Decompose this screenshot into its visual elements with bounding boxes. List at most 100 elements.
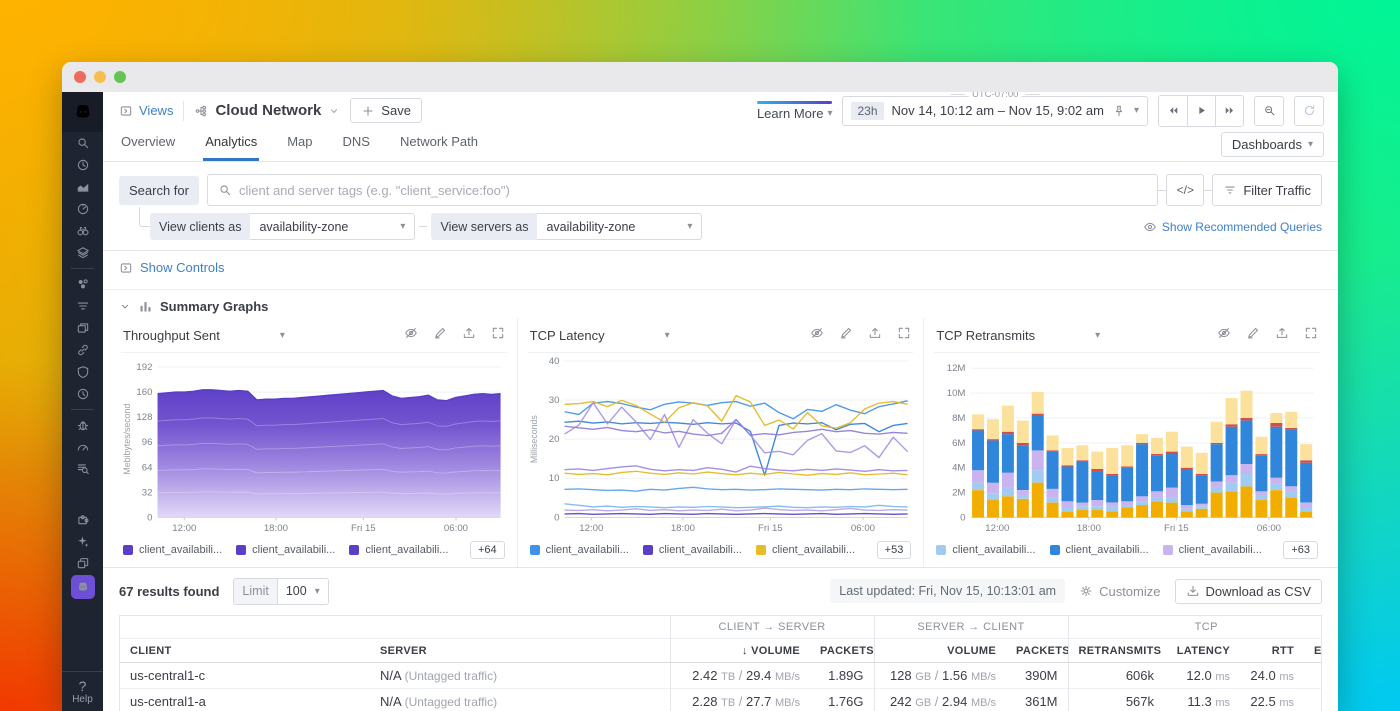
legend-item[interactable]: client_availabili... (1050, 544, 1149, 556)
limit-select[interactable]: 100▾ (278, 579, 328, 604)
expand-chart-icon[interactable] (897, 326, 911, 345)
expand-chart-icon[interactable] (491, 326, 505, 345)
tcp-latency-chart[interactable]: 01020304012:0018:00Fri 1506:00Millisecon… (528, 353, 914, 539)
sidebar-item-network-map[interactable] (62, 273, 103, 295)
sidebar-item-watchdog-gauge[interactable] (62, 198, 103, 220)
close-window-button[interactable] (74, 71, 86, 83)
view-servers-as-select[interactable]: availability-zone▾ (537, 213, 702, 240)
table-row[interactable]: us-central1-a N/A (Untagged traffic) 2.2… (120, 689, 1322, 711)
legend-item[interactable]: client_availabili... (936, 544, 1035, 556)
show-controls-link[interactable]: Show Controls (119, 260, 225, 275)
save-button[interactable]: Save (350, 98, 422, 123)
col-retransmits[interactable]: RETRANSMITS (1068, 639, 1164, 663)
col-rtt[interactable]: RTT (1240, 639, 1304, 663)
legend-more-badge[interactable]: +64 (470, 541, 505, 559)
sidebar-item-metrics[interactable] (62, 176, 103, 198)
query-syntax-button[interactable]: </> (1166, 174, 1204, 206)
throughput-sent-chart[interactable]: 032649612816019212:0018:00Fri 1506:00Meb… (121, 353, 507, 539)
search-input[interactable] (239, 183, 1147, 198)
col-sc-volume[interactable]: VOLUME (874, 639, 1006, 663)
hide-chart-icon[interactable] (810, 326, 824, 345)
legend-more-badge[interactable]: +53 (877, 541, 912, 559)
page-title[interactable]: Cloud Network (194, 102, 340, 119)
export-chart-icon[interactable] (1275, 326, 1289, 345)
sidebar-item-history[interactable] (62, 154, 103, 176)
zoom-out-button[interactable] (1254, 96, 1284, 126)
sidebar-item-synthetics-clock[interactable] (62, 383, 103, 405)
tab-analytics[interactable]: Analytics (203, 134, 259, 161)
tab-overview[interactable]: Overview (119, 134, 177, 161)
sidebar-item-watchdog-binoculars[interactable] (62, 220, 103, 242)
sidebar-item-integrations-puzzle[interactable] (62, 508, 103, 530)
col-server[interactable]: SERVER (370, 639, 670, 663)
edit-chart-icon[interactable] (1246, 326, 1260, 345)
views-button[interactable]: Views (119, 103, 173, 118)
tab-network-path[interactable]: Network Path (398, 134, 480, 161)
cell-server[interactable]: N/A (Untagged traffic) (370, 663, 670, 689)
export-chart-icon[interactable] (868, 326, 882, 345)
sidebar-item-bug[interactable] (62, 414, 103, 436)
tab-map[interactable]: Map (285, 134, 314, 161)
chart-metric-select[interactable]: TCP Latency▾ (530, 328, 670, 343)
col-latency[interactable]: LATENCY (1164, 639, 1240, 663)
chart-metric-select[interactable]: TCP Retransmits▾ (936, 328, 1100, 343)
time-picker[interactable]: UTC-07:00 23h Nov 14, 10:12 am – Nov 15,… (842, 96, 1148, 126)
chart-metric-select[interactable]: Throughput Sent▾ (123, 328, 285, 343)
expand-chart-icon[interactable] (1304, 326, 1318, 345)
legend-item[interactable]: client_availabili... (530, 544, 629, 556)
sidebar-item-log-search[interactable] (62, 458, 103, 480)
customize-button[interactable]: Customize (1079, 584, 1160, 599)
sidebar-item-apm-chain[interactable] (62, 339, 103, 361)
sidebar-item-app-dog[interactable] (62, 574, 103, 600)
sidebar-item-ai-sparkle[interactable] (62, 530, 103, 552)
sidebar-item-search[interactable] (62, 132, 103, 154)
col-cs-packets[interactable]: PACKETS (810, 639, 874, 663)
zoom-window-button[interactable] (114, 71, 126, 83)
legend-item[interactable]: client_availabili... (236, 544, 335, 556)
sidebar-item-workflows-copy[interactable] (62, 552, 103, 574)
view-clients-as-select[interactable]: availability-zone▾ (250, 213, 415, 240)
tcp-retransmits-chart[interactable]: 02M4M6M8M10M12M12:0018:00Fri 1506:00 (934, 353, 1320, 539)
export-chart-icon[interactable] (462, 326, 476, 345)
legend-item[interactable]: client_availabili... (349, 544, 448, 556)
edit-chart-icon[interactable] (839, 326, 853, 345)
hide-chart-icon[interactable] (1217, 326, 1231, 345)
sidebar-item-infrastructure-layers[interactable] (62, 242, 103, 264)
search-box[interactable] (207, 174, 1158, 206)
refresh-button[interactable] (1294, 96, 1324, 126)
pin-icon[interactable] (1112, 104, 1126, 118)
sidebar-item-profiling-meter[interactable] (62, 436, 103, 458)
sidebar-item-traffic-antenna[interactable] (62, 295, 103, 317)
legend-item[interactable]: client_availabili... (643, 544, 742, 556)
summary-graphs-header[interactable]: Summary Graphs (103, 290, 1338, 316)
cell-server[interactable]: N/A (Untagged traffic) (370, 689, 670, 711)
legend-item[interactable]: client_availabili... (123, 544, 222, 556)
cell-client[interactable]: us-central1-c (120, 663, 370, 689)
col-client[interactable]: CLIENT (120, 639, 370, 663)
learn-more-dropdown[interactable]: Learn More▾ (757, 101, 833, 121)
show-recommended-queries-link[interactable]: Show Recommended Queries (1143, 220, 1322, 234)
sidebar-item-security-shield[interactable] (62, 361, 103, 383)
col-cs-volume-sorted[interactable]: ↓ VOLUME (670, 639, 810, 663)
sidebar-item-processes[interactable] (62, 317, 103, 339)
svg-text:0: 0 (147, 512, 152, 523)
edit-chart-icon[interactable] (433, 326, 447, 345)
col-est[interactable]: EST. (1304, 639, 1322, 663)
download-csv-button[interactable]: Download as CSV (1175, 579, 1323, 604)
cell-client[interactable]: us-central1-a (120, 689, 370, 711)
time-play-button[interactable] (1187, 96, 1215, 126)
legend-item[interactable]: client_availabili... (756, 544, 855, 556)
legend-item[interactable]: client_availabili... (1163, 544, 1262, 556)
minimize-window-button[interactable] (94, 71, 106, 83)
time-forward-button[interactable] (1215, 96, 1243, 126)
filter-traffic-button[interactable]: Filter Traffic (1212, 174, 1322, 206)
sidebar-item-help[interactable]: ? Help (62, 671, 103, 705)
datadog-logo[interactable] (62, 92, 103, 132)
time-back-button[interactable] (1159, 96, 1187, 126)
hide-chart-icon[interactable] (404, 326, 418, 345)
legend-more-badge[interactable]: +63 (1283, 541, 1318, 559)
tab-dns[interactable]: DNS (341, 134, 372, 161)
col-sc-packets[interactable]: PACKETS (1006, 639, 1068, 663)
table-row[interactable]: us-central1-c N/A (Untagged traffic) 2.4… (120, 663, 1322, 689)
dashboards-button[interactable]: Dashboards▾ (1221, 132, 1324, 157)
